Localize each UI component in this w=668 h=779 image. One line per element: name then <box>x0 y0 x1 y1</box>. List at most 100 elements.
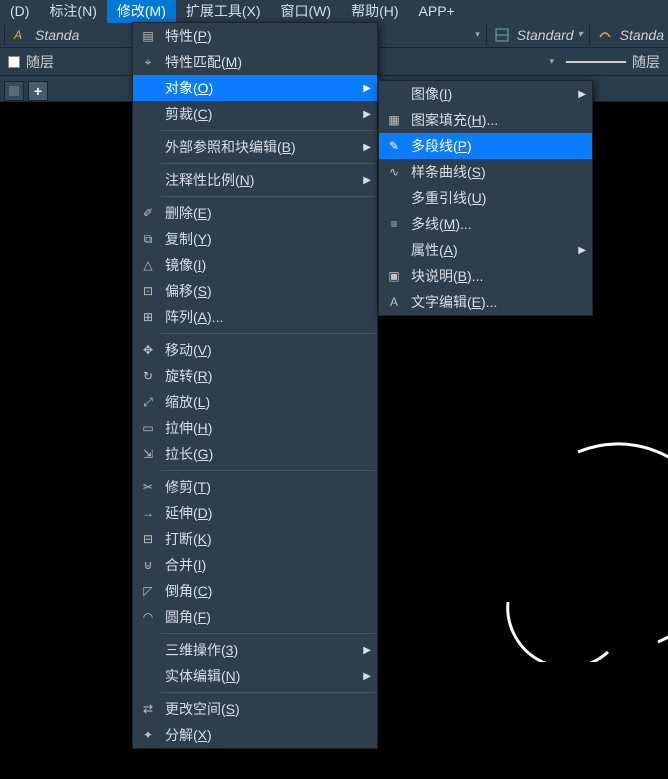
modify-menu-item[interactable]: ◠圆角(F) <box>133 604 377 630</box>
menubar-item[interactable]: 标注(N) <box>39 0 106 23</box>
dropdown-icon[interactable]: ▾ <box>549 56 554 67</box>
modify-menu-item[interactable]: ▭拉伸(H) <box>133 415 377 441</box>
dropdown-icon[interactable]: ▾ <box>578 29 583 40</box>
menu-item-label: 文字编辑(E)... <box>405 292 572 312</box>
menu-item-label: 块说明(B)... <box>405 266 572 286</box>
dimstyle-icon <box>493 26 511 44</box>
modify-menu-item[interactable]: △镜像(I) <box>133 252 377 278</box>
modify-menu-item[interactable]: 剪裁(C)▶ <box>133 101 377 127</box>
color-swatch[interactable] <box>8 56 20 68</box>
modify-menu-item[interactable]: ✐删除(E) <box>133 200 377 226</box>
menubar: (D)标注(N)修改(M)扩展工具(X)窗口(W)帮助(H)APP+ <box>0 0 668 22</box>
modify-menu-item[interactable]: ⧉复制(Y) <box>133 226 377 252</box>
style-icon: A <box>11 26 29 44</box>
object-submenu-item[interactable]: ▣块说明(B)... <box>379 263 592 289</box>
submenu-arrow-icon: ▶ <box>357 109 371 120</box>
properties-icon: ▤ <box>137 29 159 43</box>
txt-icon: A <box>383 295 405 309</box>
linetype-swatch <box>566 61 626 63</box>
tab-item[interactable] <box>4 81 24 101</box>
submenu-arrow-icon: ▶ <box>357 83 371 94</box>
modify-menu-item[interactable]: ⤢缩放(L) <box>133 389 377 415</box>
object-submenu-item[interactable]: A文字编辑(E)... <box>379 289 592 315</box>
submenu-arrow-icon: ▶ <box>357 175 371 186</box>
move-icon: ✥ <box>137 343 159 357</box>
object-submenu-item[interactable]: 图像(I)▶ <box>379 81 592 107</box>
modify-menu-item[interactable]: ⊡偏移(S) <box>133 278 377 304</box>
submenu-arrow-icon: ▶ <box>572 245 586 256</box>
explode-icon: ✦ <box>137 728 159 742</box>
modify-menu-item[interactable]: 外部参照和块编辑(B)▶ <box>133 134 377 160</box>
menu-item-label: 移动(V) <box>159 340 357 360</box>
join-icon: ⊍ <box>137 558 159 572</box>
modify-menu-item[interactable]: 三维操作(3)▶ <box>133 637 377 663</box>
modify-menu-item[interactable]: 注释性比例(N)▶ <box>133 167 377 193</box>
modify-menu-item[interactable]: →延伸(D) <box>133 500 377 526</box>
object-submenu-item[interactable]: ▦图案填充(H)... <box>379 107 592 133</box>
menu-item-label: 特性(P) <box>159 26 357 46</box>
chspace-icon: ⇄ <box>137 702 159 716</box>
menu-item-label: 更改空间(S) <box>159 699 357 719</box>
submenu-arrow-icon: ▶ <box>572 89 586 100</box>
menu-item-label: 多线(M)... <box>405 214 572 234</box>
menubar-item[interactable]: 修改(M) <box>107 0 176 23</box>
object-submenu-item[interactable]: ✎多段线(P) <box>379 133 592 159</box>
menu-separator <box>161 130 375 131</box>
menu-item-label: 剪裁(C) <box>159 104 357 124</box>
modify-menu-item[interactable]: ⊟打断(K) <box>133 526 377 552</box>
object-submenu-item[interactable]: ≡多线(M)... <box>379 211 592 237</box>
modify-menu-item[interactable]: 实体编辑(N)▶ <box>133 663 377 689</box>
object-submenu-item[interactable]: 属性(A)▶ <box>379 237 592 263</box>
modify-menu-item[interactable]: ⊞阵列(A)... <box>133 304 377 330</box>
tab-add[interactable]: + <box>28 81 48 101</box>
object-submenu: 图像(I)▶▦图案填充(H)...✎多段线(P)∿样条曲线(S)多重引线(U)≡… <box>378 80 593 316</box>
menu-item-label: 打断(K) <box>159 529 357 549</box>
menu-separator <box>161 470 375 471</box>
dropdown-icon[interactable]: ▾ <box>475 29 480 40</box>
menubar-item[interactable]: 扩展工具(X) <box>176 0 271 23</box>
mline-icon: ≡ <box>383 217 405 231</box>
submenu-arrow-icon: ▶ <box>357 671 371 682</box>
modify-menu-item[interactable]: ⌖特性匹配(M) <box>133 49 377 75</box>
fillet-icon: ◠ <box>137 610 159 624</box>
modify-menu-item[interactable]: ✦分解(X) <box>133 722 377 748</box>
pline-icon: ✎ <box>383 139 405 153</box>
dimstyle-combo[interactable]: Standard ▾ <box>517 27 583 43</box>
copy-icon: ⧉ <box>137 232 159 247</box>
menu-item-label: 注释性比例(N) <box>159 170 357 190</box>
modify-menu-item[interactable]: ✂修剪(T) <box>133 474 377 500</box>
modify-menu-item[interactable]: ⊍合并(I) <box>133 552 377 578</box>
menu-item-label: 阵列(A)... <box>159 307 357 327</box>
modify-menu-item[interactable]: ▤特性(P) <box>133 23 377 49</box>
linetype-combo[interactable]: 随层 <box>632 52 660 72</box>
menu-item-label: 多重引线(U) <box>405 188 572 208</box>
menu-item-label: 实体编辑(N) <box>159 666 357 686</box>
menu-separator <box>161 163 375 164</box>
scale-icon: ⤢ <box>137 395 159 410</box>
break-icon: ⊟ <box>137 532 159 546</box>
menu-item-label: 对象(O) <box>159 78 357 98</box>
menu-item-label: 圆角(F) <box>159 607 357 627</box>
drawing-curve <box>488 442 668 662</box>
menubar-item[interactable]: (D) <box>0 1 39 21</box>
layer-combo[interactable]: 随层 <box>26 52 54 72</box>
menubar-item[interactable]: 窗口(W) <box>271 0 342 23</box>
menu-item-label: 样条曲线(S) <box>405 162 572 182</box>
textstyle-combo[interactable]: Standa <box>35 27 79 43</box>
chamfer-icon: ◸ <box>137 584 159 598</box>
object-submenu-item[interactable]: 多重引线(U) <box>379 185 592 211</box>
object-submenu-item[interactable]: ∿样条曲线(S) <box>379 159 592 185</box>
modify-menu-item[interactable]: ↻旋转(R) <box>133 363 377 389</box>
modify-menu-item[interactable]: ⇄更改空间(S) <box>133 696 377 722</box>
modify-menu-item[interactable]: ⇲拉长(G) <box>133 441 377 467</box>
blk-icon: ▣ <box>383 269 405 283</box>
menubar-item[interactable]: 帮助(H) <box>341 0 408 23</box>
svg-text:A: A <box>13 28 22 42</box>
modify-menu-item[interactable]: ✥移动(V) <box>133 337 377 363</box>
menubar-item[interactable]: APP+ <box>409 1 465 21</box>
modify-menu-item[interactable]: 对象(O)▶ <box>133 75 377 101</box>
modify-menu-item[interactable]: ◸倒角(C) <box>133 578 377 604</box>
mlstyle-combo[interactable]: Standa <box>620 27 664 43</box>
dimstyle-label: Standard <box>517 27 574 43</box>
menu-item-label: 倒角(C) <box>159 581 357 601</box>
